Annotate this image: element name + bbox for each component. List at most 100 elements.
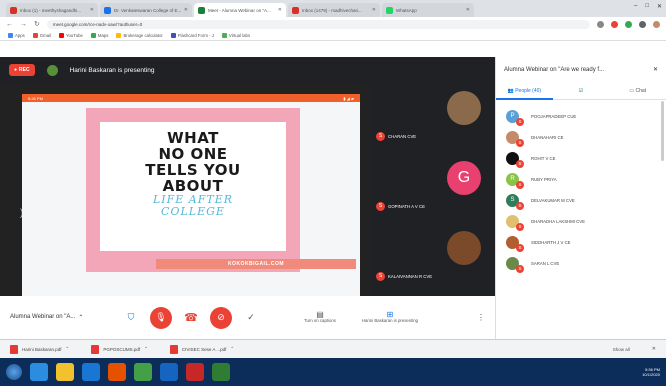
taskbar-app-icon[interactable] (212, 363, 230, 381)
taskbar-app-icon[interactable] (160, 363, 178, 381)
browser-tab[interactable]: Meet - Alumna Webinar on "A... ✕ (194, 3, 286, 17)
close-icon[interactable]: ✕ (657, 3, 662, 10)
address-bar-row: ← → ↻ meet.google.com/rce-nadv-oaw/?auth… (0, 17, 666, 31)
more-options-icon[interactable]: ⋮ (477, 313, 485, 322)
system-tray: 5:36 PM 10/1/2020 (642, 367, 660, 377)
taskbar-app-icon[interactable] (134, 363, 152, 381)
presenter-avatar (46, 64, 58, 76)
bookmark-item[interactable]: Flashcard Form - J (170, 33, 214, 38)
participant-name: DHANAHARI CE (531, 135, 564, 140)
bookmark-item[interactable]: YouTube (59, 33, 83, 38)
tab-people[interactable]: 👥 People (40) (496, 82, 553, 100)
close-tab-icon[interactable]: ✕ (466, 7, 470, 13)
start-button[interactable] (6, 364, 22, 380)
download-item[interactable]: Harini Baskaran.pdf ⌃ (10, 344, 70, 354)
browser-tab[interactable]: Inbox (1) - meethyshagandhi... ✕ (6, 3, 98, 17)
show-all-downloads[interactable]: Show all (613, 347, 630, 352)
slide-site-text: KOKOKBIGAIL.COM (156, 259, 356, 269)
close-panel-icon[interactable]: ✕ (653, 66, 658, 73)
present-button[interactable]: ⊞ Harini Baskaran is presenting (360, 311, 420, 323)
panel-scrollbar[interactable] (661, 101, 664, 161)
bookmark-icon (116, 33, 122, 38)
camera-off-button[interactable]: ⊘ (210, 306, 232, 329)
mic-muted-icon: S (516, 202, 524, 210)
participant-list-item[interactable]: P S POOJAPRADEEP CUE (506, 106, 656, 127)
recording-badge: ● REC (9, 64, 35, 76)
bookmarks-bar: Apps Gmail YouTube Maps Brokerage calculator… (0, 31, 666, 41)
participant-list: P S POOJAPRADEEP CUE S DHANAHARI CE S ROHIT V … (496, 100, 666, 280)
participant-tile[interactable]: G S GOPINATH A V CE (370, 157, 495, 221)
url-field[interactable]: meet.google.com/rce-nadv-oaw/?authuser=0 (46, 19, 590, 29)
participant-list-item[interactable]: S ROHIT V CE (506, 148, 656, 169)
close-tab-icon[interactable]: ✕ (372, 7, 376, 13)
shield-icon[interactable]: ⛉ (120, 307, 142, 329)
browser-tab[interactable]: WhatsApp ✕ (382, 3, 474, 17)
taskbar-app-icon[interactable] (186, 363, 204, 381)
participant-tile[interactable]: S KALAIVANNAN R CVE (370, 227, 495, 291)
panel-header: Alumna Webinar on "Are we ready f... ✕ (496, 57, 666, 82)
participant-list-item[interactable]: S S DELVAKUMAR M CVE (506, 190, 656, 211)
bookmark-label: Apps (15, 33, 25, 38)
extension-icon[interactable] (611, 20, 618, 28)
reload-icon[interactable]: ↻ (34, 20, 40, 28)
check-icon[interactable]: ✓ (240, 307, 262, 329)
profile-avatar[interactable] (653, 20, 660, 28)
maximize-icon[interactable]: □ (645, 3, 649, 10)
bookmark-item[interactable]: Maps (90, 33, 108, 38)
bookmark-item[interactable]: Gmail (32, 33, 51, 38)
tab-activity[interactable]: ☑ (553, 82, 610, 100)
leave-call-button[interactable]: ☎ (180, 307, 202, 329)
participant-tile[interactable]: S CHARAN CVE (370, 87, 495, 151)
bookmark-item[interactable]: Virtual labs (221, 33, 250, 38)
tab-chat[interactable]: ▭ Chat (609, 82, 666, 100)
slide-script-line: COLLEGE (161, 205, 225, 218)
bookmark-icon (221, 33, 227, 38)
bookmark-icon (8, 33, 13, 38)
browser-tab[interactable]: Dr. Venkateswaran College of E... ✕ (100, 3, 192, 17)
download-item[interactable]: PGPOSCUMS.pdf ⌃ (91, 344, 148, 354)
participant-list-item[interactable]: S DHARADHA LAKSHMI CVE (506, 211, 656, 232)
bookmark-label: Flashcard Form - J (177, 33, 214, 38)
taskbar-app-icon[interactable] (82, 363, 100, 381)
chevron-up-icon[interactable]: ⌃ (144, 346, 148, 352)
taskbar-app-icon[interactable] (108, 363, 126, 381)
taskbar-app-icon[interactable] (30, 363, 48, 381)
taskbar-app-icon[interactable] (56, 363, 74, 381)
chevron-up-icon[interactable]: ⌃ (66, 346, 70, 352)
avatar: S (506, 215, 524, 231)
participant-name: KALAIVANNAN R CVE (388, 274, 433, 279)
mic-muted-icon: S (376, 132, 385, 141)
participant-name: DELVAKUMAR M CVE (531, 198, 575, 203)
bookmark-item[interactable]: Brokerage calculator (116, 33, 163, 38)
participant-list-item[interactable]: S SIDDHARTH J V CE (506, 232, 656, 253)
avatar: SS (506, 194, 524, 210)
close-tab-icon[interactable]: ✕ (278, 7, 282, 13)
extension-icon[interactable] (625, 20, 632, 28)
tab-title: Inbox (1) - meethyshagandhi... (20, 7, 82, 13)
extension-icon[interactable] (639, 20, 646, 28)
meeting-details[interactable]: Alumna Webinar on "A... ⌃ (10, 314, 120, 321)
download-item[interactable]: CIVISEC Sese A ...pdf ⌃ (169, 344, 234, 354)
participant-name: ROHIT V CE (531, 156, 556, 161)
participant-list-item[interactable]: S SARAN L CVE (506, 253, 656, 274)
close-tab-icon[interactable]: ✕ (184, 7, 188, 13)
participant-photo (447, 91, 481, 125)
tab-title: Inbox (1479) - madhivechari... (302, 7, 362, 13)
avatar-initial: S (510, 197, 515, 203)
captions-button[interactable]: ▤ Turn on captions (290, 311, 350, 323)
slide-line: NO ONE (158, 145, 228, 163)
close-downloads-icon[interactable]: ✕ (652, 346, 656, 352)
close-tab-icon[interactable]: ✕ (90, 7, 94, 13)
star-icon[interactable] (597, 20, 604, 28)
minimize-icon[interactable]: – (634, 3, 637, 10)
back-icon[interactable]: ← (6, 21, 13, 28)
bookmark-item[interactable]: Apps (8, 33, 25, 38)
participant-list-item[interactable]: S DHANAHARI CE (506, 127, 656, 148)
chevron-up-icon[interactable]: ⌃ (230, 346, 234, 352)
participant-list-item[interactable]: R S RUBY PRIYA (506, 169, 656, 190)
browser-tab[interactable]: Inbox (1479) - madhivechari... ✕ (288, 3, 380, 17)
forward-icon[interactable]: → (20, 21, 27, 28)
avatar: S (506, 131, 524, 147)
mic-off-button[interactable]: 🎙 (150, 306, 172, 329)
meet-top-bar: ● REC Harini Baskaran is presenting (0, 57, 495, 83)
